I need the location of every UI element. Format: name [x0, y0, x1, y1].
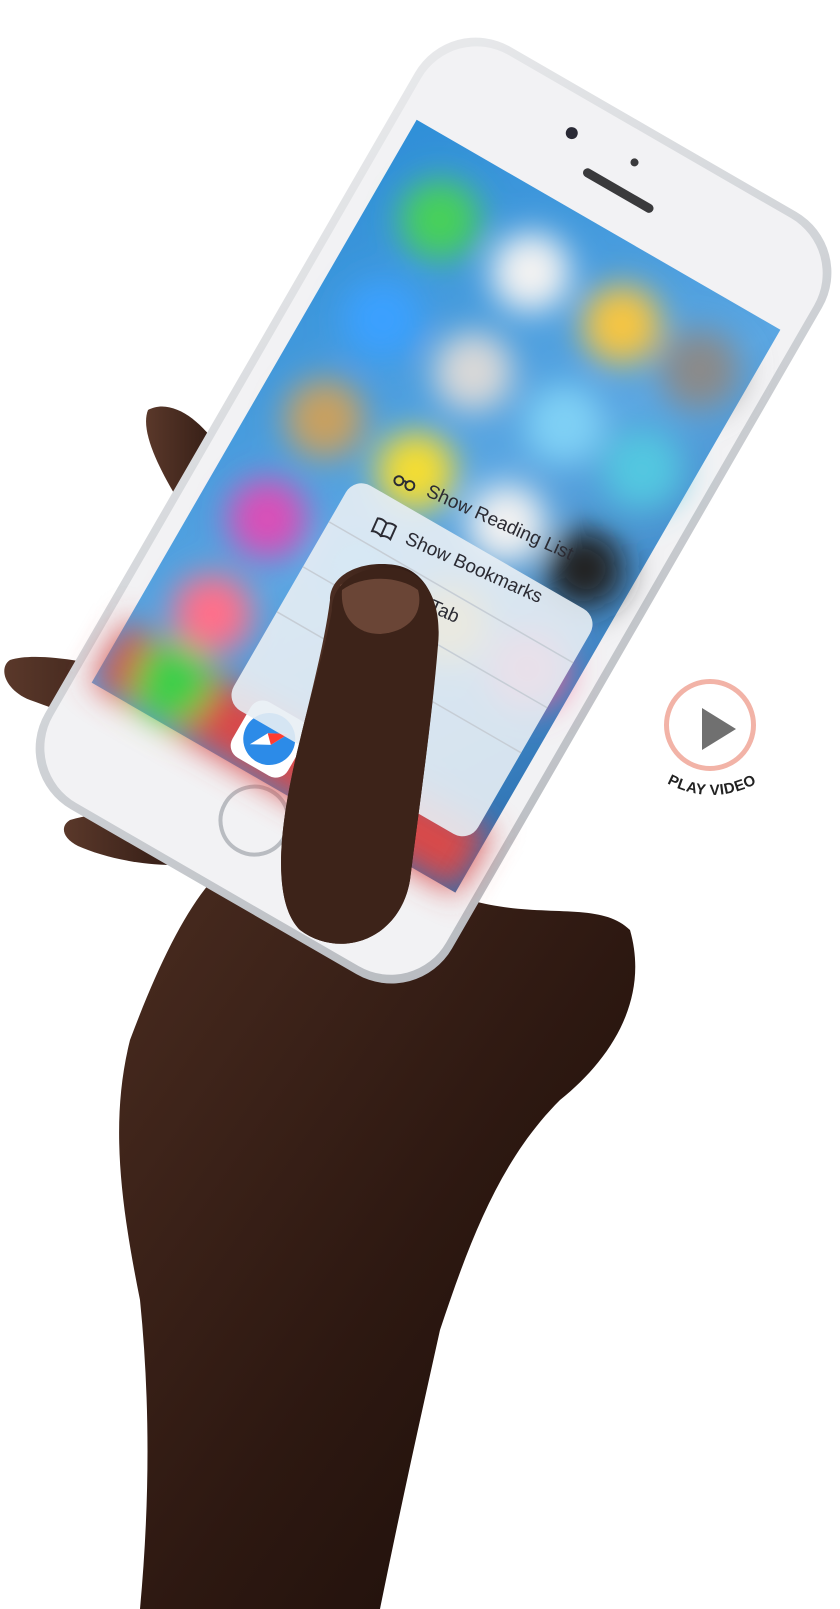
glasses-icon: [389, 465, 421, 497]
play-video-label-wrapper: PLAY VIDEO: [665, 771, 759, 799]
play-video-label[interactable]: PLAY VIDEO: [665, 771, 759, 799]
book-icon: [368, 513, 400, 545]
play-icon: [702, 708, 736, 750]
play-video-button[interactable]: [664, 679, 756, 771]
svg-text:PLAY VIDEO: PLAY VIDEO: [665, 771, 759, 799]
